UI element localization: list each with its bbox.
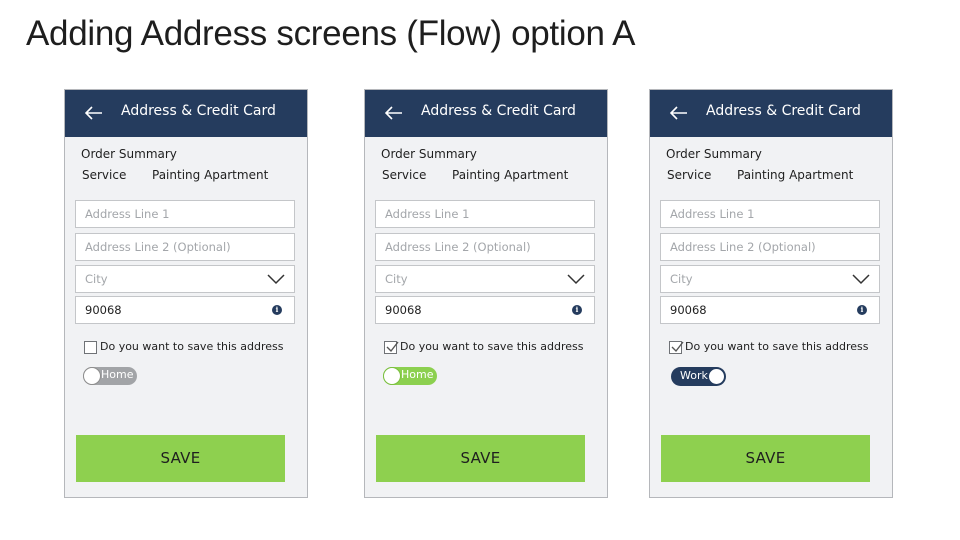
toggle-knob xyxy=(83,367,101,385)
back-arrow-icon[interactable] xyxy=(81,100,107,126)
info-icon[interactable]: i xyxy=(272,305,282,315)
zip-code-input[interactable]: 90068 i xyxy=(660,296,880,324)
back-arrow-icon[interactable] xyxy=(381,100,407,126)
save-address-checkbox[interactable] xyxy=(669,341,684,354)
address-type-toggle[interactable]: Home xyxy=(383,367,437,385)
service-label: Service xyxy=(667,168,712,182)
phone-screen-1: Address & Credit Card Order Summary Serv… xyxy=(64,89,308,498)
toggle-knob xyxy=(383,367,401,385)
service-value: Painting Apartment xyxy=(737,168,854,182)
order-summary-heading: Order Summary xyxy=(666,147,762,161)
address-line-2-input[interactable]: Address Line 2 (Optional) xyxy=(75,233,295,261)
address-line-1-input[interactable]: Address Line 1 xyxy=(375,200,595,228)
toggle-label: Home xyxy=(101,368,134,381)
slide-title: Adding Address screens (Flow) option A xyxy=(26,14,636,53)
zip-code-input[interactable]: 90068 i xyxy=(75,296,295,324)
address-line-1-input[interactable]: Address Line 1 xyxy=(660,200,880,228)
app-bar-title: Address & Credit Card xyxy=(121,103,276,119)
service-label: Service xyxy=(82,168,127,182)
toggle-knob xyxy=(708,368,725,385)
city-select-placeholder: City xyxy=(670,272,693,286)
city-select[interactable]: City xyxy=(375,265,595,293)
app-bar: Address & Credit Card xyxy=(65,90,307,137)
app-bar-title: Address & Credit Card xyxy=(706,103,861,119)
app-bar: Address & Credit Card xyxy=(365,90,607,137)
city-select-placeholder: City xyxy=(85,272,108,286)
info-icon[interactable]: i xyxy=(572,305,582,315)
city-select[interactable]: City xyxy=(75,265,295,293)
save-button[interactable]: SAVE xyxy=(661,435,870,482)
zip-code-input[interactable]: 90068 i xyxy=(375,296,595,324)
address-line-1-input[interactable]: Address Line 1 xyxy=(75,200,295,228)
zip-code-value: 90068 xyxy=(85,303,122,317)
city-select-placeholder: City xyxy=(385,272,408,286)
save-address-checkbox[interactable] xyxy=(84,341,97,354)
app-bar: Address & Credit Card xyxy=(650,90,892,137)
app-bar-title: Address & Credit Card xyxy=(421,103,576,119)
service-value: Painting Apartment xyxy=(452,168,569,182)
save-address-label: Do you want to save this address xyxy=(685,340,869,353)
address-line-2-input[interactable]: Address Line 2 (Optional) xyxy=(660,233,880,261)
toggle-label: Home xyxy=(401,368,434,381)
order-summary-heading: Order Summary xyxy=(381,147,477,161)
back-arrow-icon[interactable] xyxy=(666,100,692,126)
address-line-2-input[interactable]: Address Line 2 (Optional) xyxy=(375,233,595,261)
address-type-toggle[interactable]: Work xyxy=(671,367,726,386)
zip-code-value: 90068 xyxy=(670,303,707,317)
save-button[interactable]: SAVE xyxy=(376,435,585,482)
chevron-down-icon xyxy=(267,274,285,285)
save-address-label: Do you want to save this address xyxy=(400,340,584,353)
info-icon[interactable]: i xyxy=(857,305,867,315)
save-address-label: Do you want to save this address xyxy=(100,340,284,353)
save-address-checkbox[interactable] xyxy=(384,341,399,354)
service-label: Service xyxy=(382,168,427,182)
zip-code-value: 90068 xyxy=(385,303,422,317)
checkmark-icon xyxy=(386,341,399,353)
phone-screen-2: Address & Credit Card Order Summary Serv… xyxy=(364,89,608,498)
chevron-down-icon xyxy=(852,274,870,285)
city-select[interactable]: City xyxy=(660,265,880,293)
service-value: Painting Apartment xyxy=(152,168,269,182)
address-type-toggle[interactable]: Home xyxy=(83,367,137,385)
chevron-down-icon xyxy=(567,274,585,285)
save-button[interactable]: SAVE xyxy=(76,435,285,482)
checkmark-icon xyxy=(671,341,684,353)
order-summary-heading: Order Summary xyxy=(81,147,177,161)
phone-screen-3: Address & Credit Card Order Summary Serv… xyxy=(649,89,893,498)
toggle-label: Work xyxy=(680,369,708,382)
